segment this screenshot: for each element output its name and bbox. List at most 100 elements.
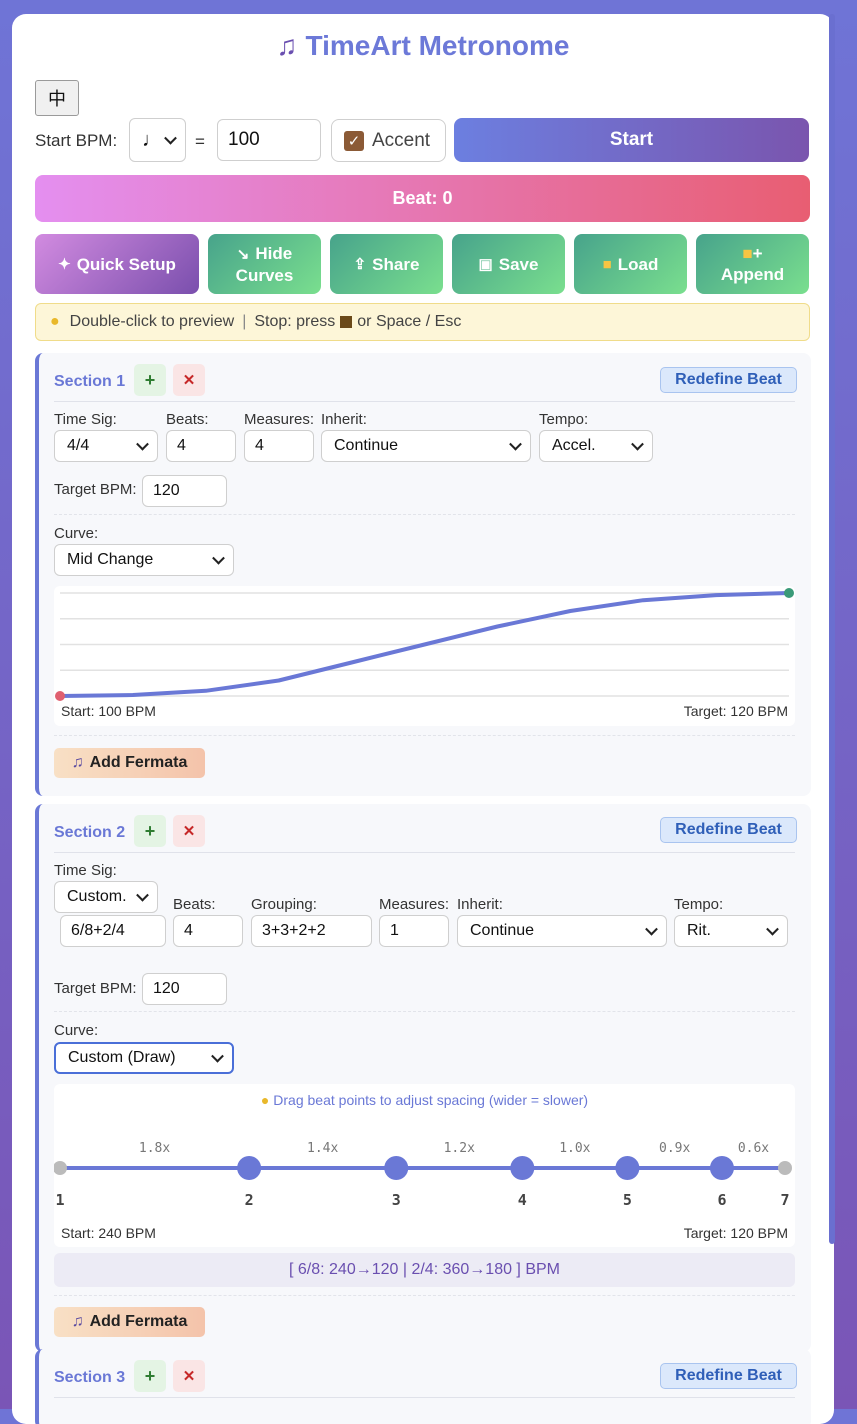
measures-input[interactable]: 4 xyxy=(244,430,314,462)
load-label: Load xyxy=(617,254,659,274)
app-title: ♫ TimeArt Metronome xyxy=(276,30,570,61)
curve-select[interactable]: Custom (Draw) xyxy=(54,1042,234,1074)
checkmark-icon: ✓ xyxy=(344,130,364,151)
beat-number: 2 xyxy=(245,1191,254,1209)
beats-input[interactable]: 4 xyxy=(173,915,243,947)
append-plus: + xyxy=(752,244,763,263)
curve-value: Custom (Draw) xyxy=(68,1049,176,1066)
curve-value: Mid Change xyxy=(67,551,154,568)
quick-setup-label: Quick Setup xyxy=(76,254,176,274)
beats-label: Beats: xyxy=(173,896,216,913)
divider xyxy=(54,735,795,736)
chevron-down-icon xyxy=(645,922,658,936)
add-section-button[interactable]: + xyxy=(134,364,166,396)
target-bpm-input[interactable]: 120 xyxy=(142,475,227,507)
redefine-beat-button[interactable]: Redefine Beat xyxy=(660,367,797,393)
beat-display: Beat: 0 xyxy=(35,175,810,222)
section-title: Section 3 xyxy=(54,1369,126,1386)
hint-bar: ● Double-click to preview | Stop: press … xyxy=(35,303,810,341)
section-title: Section 1 xyxy=(54,373,126,390)
beat-point xyxy=(778,1161,792,1175)
spacing-multiplier: 1.0x xyxy=(559,1141,590,1156)
quick-setup-button[interactable]: ✦ Quick Setup xyxy=(35,234,199,294)
hide-curves-label-1: Hide xyxy=(255,243,293,263)
spacing-multiplier: 1.2x xyxy=(444,1141,475,1156)
save-button[interactable]: ▣ Save xyxy=(452,234,565,294)
start-button[interactable]: Start xyxy=(454,118,809,162)
curve-end-point[interactable] xyxy=(784,588,794,598)
add-fermata-label: Add Fermata xyxy=(89,1313,188,1330)
delete-section-button[interactable]: ✕ xyxy=(173,364,205,396)
hide-curves-button[interactable]: ↘ Hide Curves xyxy=(208,234,321,294)
hint-preview-text: Double-click to preview xyxy=(69,313,235,330)
tempo-select[interactable]: Rit. xyxy=(674,915,788,947)
measures-input[interactable]: 1 xyxy=(379,915,449,947)
delete-section-button[interactable]: ✕ xyxy=(173,1360,205,1392)
tempo-curve-chart[interactable]: Start: 100 BPM Target: 120 BPM xyxy=(54,586,795,726)
share-button[interactable]: ⇪ Share xyxy=(330,234,443,294)
add-section-button[interactable]: + xyxy=(134,815,166,847)
time-sig-value: 4/4 xyxy=(67,437,90,454)
redefine-beat-button[interactable]: Redefine Beat xyxy=(660,817,797,843)
divider xyxy=(54,1011,795,1012)
chart-target-label: Target: 120 BPM xyxy=(683,1225,788,1241)
tempo-label: Tempo: xyxy=(539,411,589,428)
bpm-input[interactable]: 100 xyxy=(217,119,321,161)
add-fermata-button[interactable]: ♫ Add Fermata xyxy=(54,748,205,778)
add-fermata-label: Add Fermata xyxy=(89,754,188,771)
beats-input[interactable]: 4 xyxy=(166,430,236,462)
load-button[interactable]: ■ Load xyxy=(574,234,687,294)
music-note-icon: ♫ xyxy=(71,754,84,771)
beat-point[interactable] xyxy=(615,1156,640,1180)
beat-points-svg[interactable]: 1.8x 1.4x 1.2x 1.0x 0.9x 0.6x 1 2 3 4 5 6 7 xyxy=(54,1084,795,1247)
inherit-label: Inherit: xyxy=(321,411,367,428)
chevron-down-icon xyxy=(211,1049,224,1063)
chevron-down-icon xyxy=(509,437,522,451)
add-section-button[interactable]: + xyxy=(134,1360,166,1392)
folder-icon: ■ xyxy=(602,255,612,273)
measures-label: Measures: xyxy=(244,411,315,428)
scrollbar[interactable] xyxy=(829,14,835,1244)
accent-label: Accent xyxy=(372,129,431,151)
beat-point[interactable] xyxy=(237,1156,262,1180)
magic-wand-icon: ✦ xyxy=(58,255,71,273)
accent-checkbox[interactable]: ✓ Accent xyxy=(331,119,446,162)
language-toggle-button[interactable]: 中 xyxy=(35,80,79,116)
chevron-down-icon xyxy=(136,888,149,902)
inherit-select[interactable]: Continue xyxy=(457,915,667,947)
note-value-select[interactable]: ♩ xyxy=(129,118,186,162)
custom-time-sig-input[interactable]: 6/8+2/4 xyxy=(60,915,166,947)
add-fermata-button[interactable]: ♫ Add Fermata xyxy=(54,1307,205,1337)
note-value-text: ♩ xyxy=(142,128,162,151)
target-bpm-input[interactable]: 120 xyxy=(142,973,227,1005)
tempo-select[interactable]: Accel. xyxy=(539,430,653,462)
hint-keys-text: or Space / Esc xyxy=(357,313,462,330)
section-1: Section 1 + ✕ Redefine Beat Time Sig: 4/… xyxy=(35,353,811,796)
stop-square-icon xyxy=(340,316,353,328)
lightbulb-icon: ● xyxy=(50,313,60,330)
inherit-select[interactable]: Continue xyxy=(321,430,531,462)
time-sig-select[interactable]: Custom. xyxy=(54,881,158,913)
curve-label: Curve: xyxy=(54,1022,99,1039)
delete-section-button[interactable]: ✕ xyxy=(173,815,205,847)
chart-start-label: Start: 100 BPM xyxy=(61,703,156,719)
beat-point[interactable] xyxy=(510,1156,535,1180)
section-2: Section 2 + ✕ Redefine Beat Time Sig: Cu… xyxy=(35,804,811,1352)
music-note-icon: ♫ xyxy=(276,30,298,61)
curve-start-point[interactable] xyxy=(55,691,65,701)
beat-number: 3 xyxy=(392,1191,401,1209)
redefine-beat-button[interactable]: Redefine Beat xyxy=(660,1363,797,1389)
append-button[interactable]: ■+ Append xyxy=(696,234,809,294)
inherit-value: Continue xyxy=(470,922,535,939)
beat-point[interactable] xyxy=(384,1156,409,1180)
beat-point[interactable] xyxy=(709,1156,734,1180)
bpm-summary: [ 6/8: 240→120 | 2/4: 360→180 ] BPM xyxy=(54,1253,795,1287)
time-sig-select[interactable]: 4/4 xyxy=(54,430,158,462)
spacing-multiplier: 1.4x xyxy=(307,1141,338,1156)
hint-separator: | xyxy=(242,313,247,330)
grouping-input[interactable]: 3+3+2+2 xyxy=(251,915,372,947)
curve-select[interactable]: Mid Change xyxy=(54,544,234,576)
beat-spacing-editor[interactable]: ● Drag beat points to adjust spacing (wi… xyxy=(54,1084,795,1247)
floppy-disk-icon: ▣ xyxy=(478,255,493,273)
save-label: Save xyxy=(498,254,539,274)
